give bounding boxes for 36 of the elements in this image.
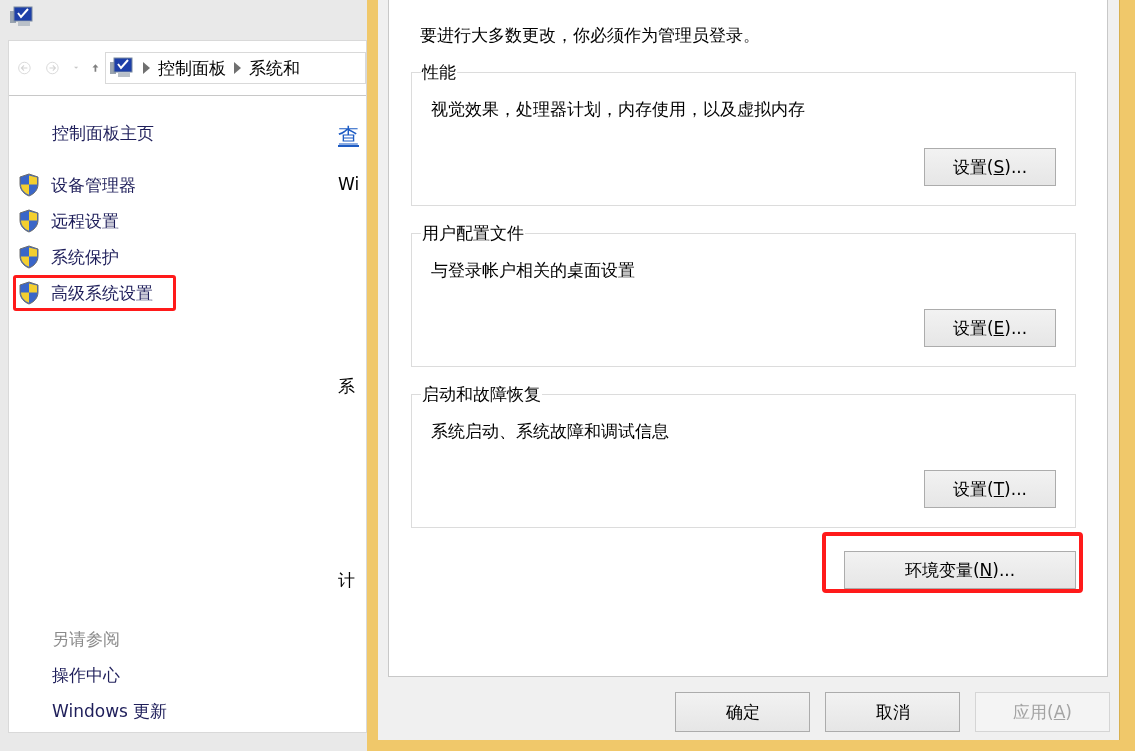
notice-text: 要进行大多数更改，你必须作为管理员登录。 xyxy=(420,23,761,47)
content-text: Wi xyxy=(338,173,361,196)
breadcrumb-item[interactable]: 控制面板 xyxy=(157,56,226,80)
settings-button[interactable]: 设置(T)... xyxy=(924,470,1056,508)
group-title: 用户配置文件 xyxy=(421,222,525,245)
group-title: 启动和故障恢复 xyxy=(421,383,542,406)
shield-icon xyxy=(18,209,40,233)
chevron-icon[interactable] xyxy=(142,62,150,74)
sidebar-task[interactable]: 远程设置 xyxy=(13,203,176,239)
group-description: 视觉效果，处理器计划，内存使用，以及虚拟内存 xyxy=(431,98,806,121)
environment-variables-button[interactable]: 环境变量(N)... xyxy=(844,551,1076,589)
dialog-button[interactable]: 取消 xyxy=(825,692,960,732)
settings-button[interactable]: 设置(E)... xyxy=(924,309,1056,347)
sidebar-task[interactable]: 系统保护 xyxy=(13,239,176,275)
sidebar-link[interactable]: 操作中心 xyxy=(52,657,338,693)
computer-icon xyxy=(108,56,135,80)
settings-button[interactable]: 设置(S)... xyxy=(924,148,1056,186)
group-description: 系统启动、系统故障和调试信息 xyxy=(431,420,670,443)
app-icon xyxy=(9,5,35,29)
group-title: 性能 xyxy=(421,61,457,84)
breadcrumb-item[interactable]: 系统和 xyxy=(248,56,300,80)
shield-icon xyxy=(18,245,40,269)
page-heading[interactable]: 查 xyxy=(338,124,363,148)
dialog-button[interactable]: 确定 xyxy=(675,692,810,732)
address-bar[interactable]: 控制面板 系统和 xyxy=(104,52,366,84)
content-text: 系 xyxy=(338,374,356,398)
section-heading: 另请参阅 xyxy=(52,627,121,651)
shield-icon xyxy=(18,173,40,197)
chevron-icon[interactable] xyxy=(233,62,241,74)
sidebar-task[interactable]: 设备管理器 xyxy=(13,167,176,203)
sidebar-link[interactable]: 控制面板主页 xyxy=(52,116,338,150)
shield-icon xyxy=(18,281,40,305)
content-text: 计 xyxy=(338,568,356,592)
group-description: 与登录帐户相关的桌面设置 xyxy=(431,259,636,282)
sidebar-link[interactable]: Windows 更新 xyxy=(52,693,338,729)
sidebar-task[interactable]: 高级系统设置 xyxy=(13,275,176,311)
